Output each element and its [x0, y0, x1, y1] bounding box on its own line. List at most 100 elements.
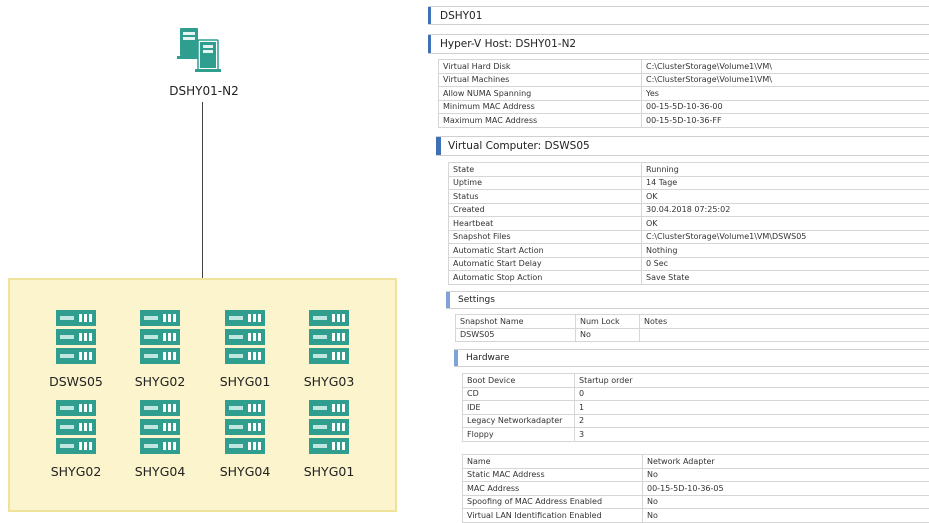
table-row: Automatic Start Delay 0 Sec: [448, 256, 929, 271]
property-value: 30.04.2018 07:25:02: [641, 202, 929, 217]
column-header: Notes: [639, 314, 929, 329]
table-row: Spoofing of MAC Address Enabled No: [462, 494, 929, 509]
vm-node-1[interactable]: DSWS05: [36, 310, 116, 406]
table-row: State Running: [448, 162, 929, 177]
property-value: C:\ClusterStorage\Volume1\VM\: [641, 72, 929, 87]
property-value: Save State: [641, 270, 929, 285]
property-name: Snapshot Files: [448, 229, 642, 244]
vm-node-2[interactable]: SHYG02: [120, 310, 200, 406]
table-row: MAC Address 00-15-5D-10-36-05: [462, 481, 929, 496]
property-name: Created: [448, 202, 642, 217]
property-name: Allow NUMA Spanning: [438, 86, 642, 101]
column-header: Startup order: [574, 373, 929, 388]
table-cell: 3: [574, 427, 929, 442]
accent-bar: [428, 7, 431, 24]
table-cell: Legacy Networkadapter: [462, 413, 575, 428]
vm-label: DSWS05: [49, 374, 103, 389]
table-row: CD 0: [462, 386, 929, 401]
table-row: Legacy Networkadapter 2: [462, 413, 929, 428]
vm-label: SHYG03: [303, 374, 355, 389]
table-cell: 0: [574, 386, 929, 401]
vm-node-7[interactable]: SHYG04: [205, 400, 285, 496]
table-row: Heartbeat OK: [448, 216, 929, 231]
table-row: Uptime 14 Tage: [448, 175, 929, 190]
vm-label: SHYG02: [50, 464, 102, 479]
hardware-header: Hardware: [454, 349, 929, 367]
property-value: C:\ClusterStorage\Volume1\VM\: [641, 59, 929, 74]
property-name: Automatic Start Action: [448, 243, 642, 258]
host-header: Hyper-V Host: DSHY01-N2: [428, 34, 929, 54]
table-row: Allow NUMA Spanning Yes: [438, 86, 929, 101]
vm-node-3[interactable]: SHYG01: [205, 310, 285, 406]
table-row: Virtual Machines C:\ClusterStorage\Volume…: [438, 72, 929, 87]
rack-server-icon: [56, 310, 96, 366]
property-value: Network Adapter: [642, 454, 929, 469]
table-row: IDE 1: [462, 400, 929, 415]
host-title: Hyper-V Host: DSHY01-N2: [440, 38, 577, 50]
property-name: Automatic Start Delay: [448, 256, 642, 271]
column-header: Num Lock: [575, 314, 640, 329]
table-row: Automatic Stop Action Save State: [448, 270, 929, 285]
rack-server-icon: [309, 400, 349, 456]
accent-bar: [428, 35, 431, 53]
vm-label: SHYG02: [134, 374, 186, 389]
table-row: Name Network Adapter: [462, 454, 929, 469]
settings-header: Settings: [446, 291, 929, 309]
rack-server-icon: [309, 310, 349, 366]
server-pair-icon[interactable]: [176, 26, 224, 76]
details-panel: DSHY01 Hyper-V Host: DSHY01-N2 Virtual H…: [428, 0, 929, 523]
host-label[interactable]: DSHY01-N2: [154, 84, 254, 98]
property-name: Automatic Stop Action: [448, 270, 642, 285]
hardware-table: Boot Device Startup order CD 0 IDE 1 Legacy Ne…: [462, 373, 929, 442]
accent-bar: [446, 292, 450, 308]
property-name: Minimum MAC Address: [438, 99, 642, 114]
table-cell: 2: [574, 413, 929, 428]
property-name: State: [448, 162, 642, 177]
property-value: No: [642, 508, 929, 523]
property-value: OK: [641, 216, 929, 231]
vm-node-6[interactable]: SHYG04: [120, 400, 200, 496]
table-cell: 1: [574, 400, 929, 415]
settings-table: Snapshot Name Num Lock Notes DSWS05 No: [455, 314, 929, 342]
rack-server-icon: [140, 310, 180, 366]
property-name: Static MAC Address: [462, 467, 643, 482]
vm-label: SHYG01: [303, 464, 355, 479]
vm-label: SHYG01: [219, 374, 271, 389]
rack-server-icon: [225, 400, 265, 456]
table-row: Maximum MAC Address 00-15-5D-10-36-FF: [438, 113, 929, 128]
property-value: OK: [641, 189, 929, 204]
property-value: 00-15-5D-10-36-FF: [641, 113, 929, 128]
property-value: 14 Tage: [641, 175, 929, 190]
vm-label: SHYG04: [219, 464, 271, 479]
table-row: Floppy 3: [462, 427, 929, 442]
column-header: Snapshot Name: [455, 314, 576, 329]
property-value: C:\ClusterStorage\Volume1\VM\DSWS05: [641, 229, 929, 244]
property-value: No: [642, 467, 929, 482]
property-value: 00-15-5D-10-36-05: [642, 481, 929, 496]
table-header-row: Snapshot Name Num Lock Notes: [455, 314, 929, 329]
accent-bar: [436, 137, 441, 155]
accent-bar: [454, 350, 458, 366]
property-name: Status: [448, 189, 642, 204]
table-cell: IDE: [462, 400, 575, 415]
property-name: Virtual LAN Identification Enabled: [462, 508, 643, 523]
table-row: Virtual Hard Disk C:\ClusterStorage\Volum…: [438, 59, 929, 74]
table-cell: Floppy: [462, 427, 575, 442]
hardware-title: Hardware: [466, 353, 510, 363]
vm-node-8[interactable]: SHYG01: [289, 400, 369, 496]
vm-header: Virtual Computer: DSWS05: [436, 136, 929, 156]
cluster-title: DSHY01: [440, 9, 483, 22]
rack-server-icon: [140, 400, 180, 456]
network-adapter-table: Name Network Adapter Static MAC Address No M…: [462, 454, 929, 523]
table-cell: DSWS05: [455, 327, 576, 342]
vm-node-4[interactable]: SHYG03: [289, 310, 369, 406]
column-header: Boot Device: [462, 373, 575, 388]
property-value: Running: [641, 162, 929, 177]
table-row: Static MAC Address No: [462, 467, 929, 482]
property-name: Spoofing of MAC Address Enabled: [462, 494, 643, 509]
property-name: Name: [462, 454, 643, 469]
host-properties-table: Virtual Hard Disk C:\ClusterStorage\Volum…: [438, 59, 929, 128]
settings-title: Settings: [458, 295, 495, 305]
vm-node-5[interactable]: SHYG02: [36, 400, 116, 496]
rack-server-icon: [225, 310, 265, 366]
